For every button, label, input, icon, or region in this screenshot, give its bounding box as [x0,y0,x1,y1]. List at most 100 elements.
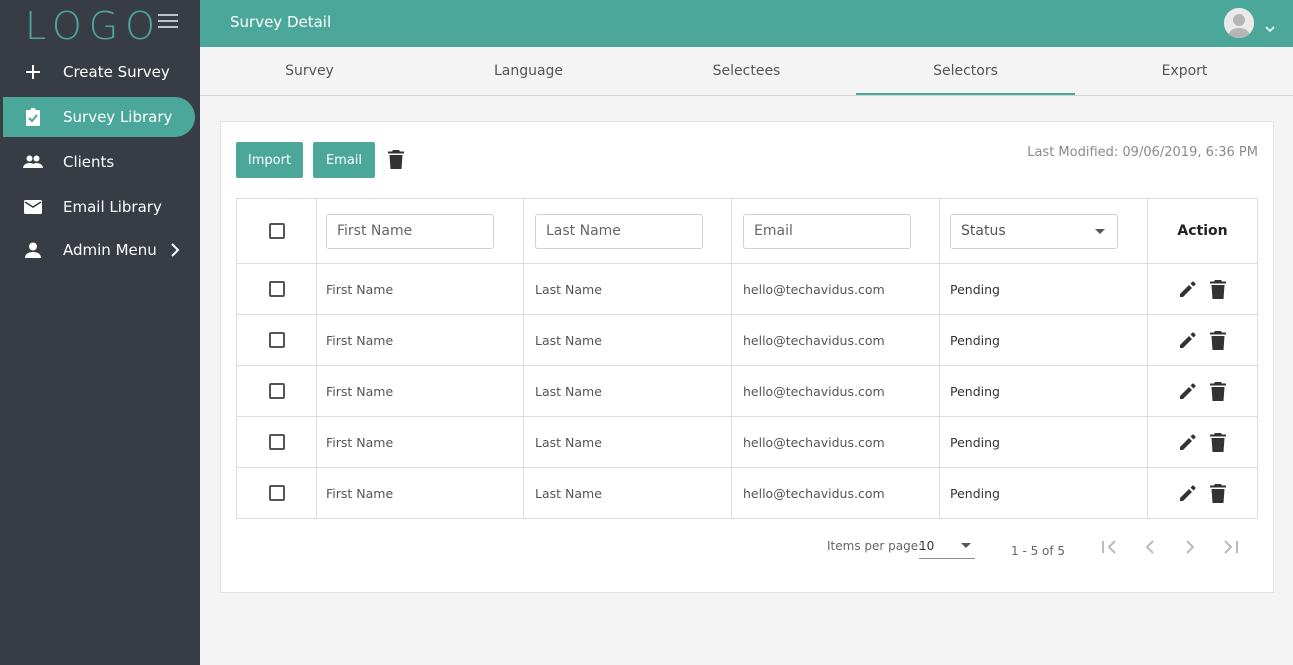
first-name-header [317,199,524,263]
row-checkbox[interactable] [268,485,285,501]
sidebar-item-clients[interactable]: Clients [3,142,195,182]
sidebar: LOGO Create Survey Survey Library Client… [0,0,200,665]
delete-icon[interactable] [1209,381,1226,401]
status-cell: Pending [940,264,1148,314]
delete-icon[interactable] [1209,432,1226,452]
edit-icon[interactable] [1179,332,1196,348]
items-per-page-select[interactable]: 10 [919,535,975,559]
select-all-checkbox[interactable] [268,223,285,239]
first-page-icon[interactable] [1100,537,1120,557]
chevron-down-icon[interactable] [1265,18,1275,33]
sidebar-item-label: Email Library [63,198,162,216]
tab-survey[interactable]: Survey [200,47,419,95]
first-name-cell: First Name [317,366,524,416]
table-row: First Name Last Name hello@techavidus.co… [237,468,1258,519]
delete-icon[interactable] [388,150,406,170]
action-cell [1148,417,1258,467]
row-checkbox[interactable] [268,332,285,348]
clipboard-check-icon [23,107,43,127]
sidebar-item-survey-library[interactable]: Survey Library [3,97,195,137]
caret-down-icon [1095,228,1105,234]
person-icon [23,240,43,260]
email-header [732,199,940,263]
status-cell: Pending [940,315,1148,365]
sidebar-item-admin-menu[interactable]: Admin Menu [3,230,195,270]
sidebar-item-label: Admin Menu [63,241,157,259]
delete-icon[interactable] [1209,330,1226,350]
tab-selectors[interactable]: Selectors [856,47,1075,95]
email-button[interactable]: Email [313,142,375,178]
row-select-cell [237,417,317,467]
next-page-icon[interactable] [1180,537,1200,557]
table-row: First Name Last Name hello@techavidus.co… [237,315,1258,366]
items-per-page-label: Items per page: [827,539,923,553]
previous-page-icon[interactable] [1140,537,1160,557]
sidebar-item-label: Survey Library [63,108,173,126]
row-select-cell [237,366,317,416]
last-name-cell: Last Name [524,417,732,467]
status-cell: Pending [940,468,1148,518]
action-cell [1148,366,1258,416]
table-header-row: Status Action [237,199,1258,264]
page-range: 1 - 5 of 5 [1011,544,1066,558]
sidebar-item-email-library[interactable]: Email Library [3,187,195,227]
edit-icon[interactable] [1179,281,1196,297]
row-checkbox[interactable] [268,434,285,450]
row-select-cell [237,264,317,314]
row-checkbox[interactable] [268,383,285,399]
edit-icon[interactable] [1179,485,1196,501]
tab-selectees[interactable]: Selectees [637,47,856,95]
last-name-header [524,199,732,263]
plus-icon [23,62,43,82]
first-name-cell: First Name [317,468,524,518]
selectors-table: Status Action First Name Last Name hello… [236,198,1258,519]
email-cell: hello@techavidus.com [732,264,940,314]
last-page-icon[interactable] [1220,537,1240,557]
delete-icon[interactable] [1209,483,1226,503]
import-button[interactable]: Import [236,142,303,178]
first-name-cell: First Name [317,417,524,467]
edit-icon[interactable] [1179,383,1196,399]
first-name-filter-input[interactable] [326,213,494,249]
avatar[interactable] [1224,8,1254,38]
mail-icon [23,197,43,217]
last-name-cell: Last Name [524,264,732,314]
action-header: Action [1177,223,1228,239]
last-name-cell: Last Name [524,315,732,365]
status-cell: Pending [940,417,1148,467]
last-name-filter-input[interactable] [535,213,703,249]
tab-bar: Survey Language Selectees Selectors Expo… [200,47,1293,96]
selectors-card: Import Email Last Modified: 09/06/2019, … [220,121,1274,593]
action-cell [1148,315,1258,365]
people-icon [23,152,43,172]
logo: LOGO [25,4,163,48]
table-row: First Name Last Name hello@techavidus.co… [237,366,1258,417]
edit-icon[interactable] [1179,434,1196,450]
email-cell: hello@techavidus.com [732,417,940,467]
email-cell: hello@techavidus.com [732,315,940,365]
menu-icon[interactable] [158,14,178,30]
action-cell [1148,468,1258,518]
last-name-cell: Last Name [524,468,732,518]
status-filter-select[interactable]: Status [950,213,1118,249]
delete-icon[interactable] [1209,279,1226,299]
chevron-right-icon [169,243,181,257]
select-all-cell [237,199,317,263]
action-header-cell: Action [1148,199,1258,263]
email-cell: hello@techavidus.com [732,468,940,518]
row-select-cell [237,315,317,365]
page-title: Survey Detail [230,13,332,31]
last-name-cell: Last Name [524,366,732,416]
top-bar: Survey Detail [200,0,1293,47]
status-filter-value: Status [961,223,1006,239]
email-filter-input[interactable] [743,213,911,249]
sidebar-item-create-survey[interactable]: Create Survey [3,52,195,92]
row-select-cell [237,468,317,518]
action-cell [1148,264,1258,314]
row-checkbox[interactable] [268,281,285,297]
tab-export[interactable]: Export [1075,47,1293,95]
table-row: First Name Last Name hello@techavidus.co… [237,417,1258,468]
tab-language[interactable]: Language [419,47,638,95]
paginator: Items per page: 10 1 - 5 of 5 [221,527,1275,567]
first-name-cell: First Name [317,264,524,314]
